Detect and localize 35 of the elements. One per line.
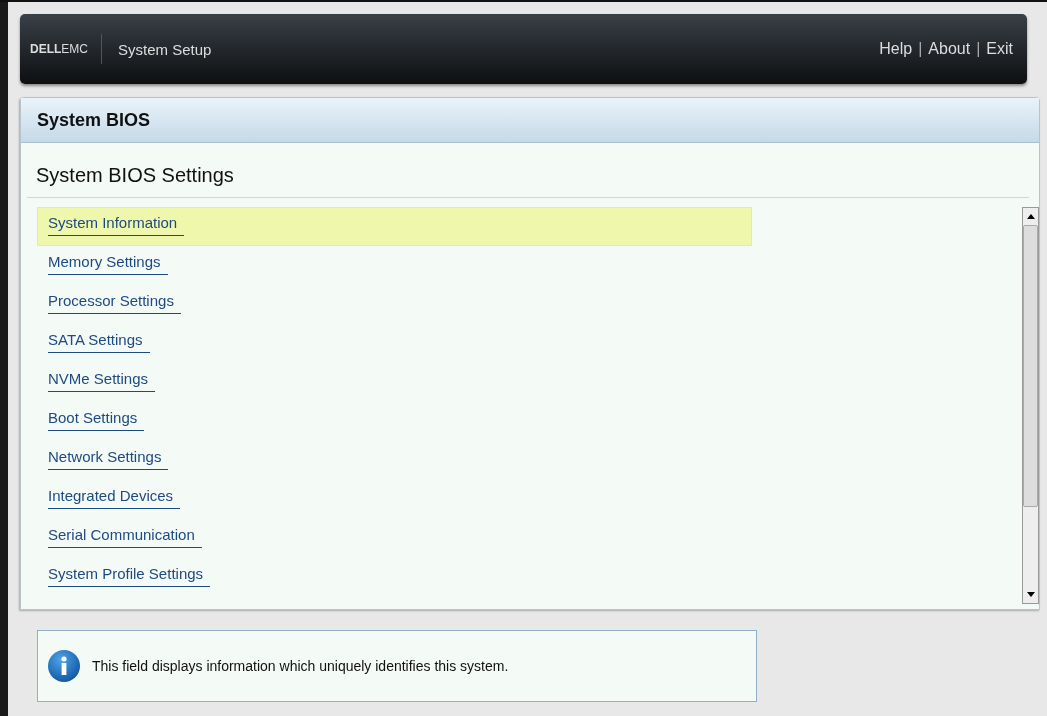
help-text: This field displays information which uniquely identifies this system. <box>92 658 509 674</box>
section-heading: System BIOS Settings <box>27 143 1029 198</box>
menu-link[interactable]: Processor Settings <box>48 292 181 314</box>
panel-title: System BIOS <box>21 98 1039 143</box>
app-title: System Setup <box>118 40 212 58</box>
menu-link[interactable]: System Information <box>48 214 185 236</box>
menu-link[interactable]: Integrated Devices <box>48 487 181 509</box>
header-link[interactable]: Help <box>879 40 913 58</box>
menu-link[interactable]: SATA Settings <box>48 331 150 353</box>
scrollbar[interactable] <box>1022 207 1039 604</box>
info-icon <box>48 650 80 682</box>
menu-row[interactable]: SATA Settings <box>37 324 752 363</box>
separator: | <box>976 40 981 58</box>
menu-row[interactable]: Memory Settings <box>37 246 752 285</box>
menu-row[interactable]: System Profile Settings <box>37 558 752 597</box>
menu-row[interactable]: Serial Communication <box>37 519 752 558</box>
scroll-thumb[interactable] <box>1023 225 1038 507</box>
separator: | <box>918 40 923 58</box>
menu-link[interactable]: System Profile Settings <box>48 565 211 587</box>
menu-row[interactable]: Processor Settings <box>37 285 752 324</box>
scroll-down-icon[interactable] <box>1026 592 1035 597</box>
menu-row[interactable]: Integrated Devices <box>37 480 752 519</box>
menu-link[interactable]: Serial Communication <box>48 526 202 548</box>
menu-row[interactable]: Network Settings <box>37 441 752 480</box>
menu-row[interactable]: NVMe Settings <box>37 363 752 402</box>
menu-link[interactable]: NVMe Settings <box>48 370 156 392</box>
menu-link[interactable]: Network Settings <box>48 448 169 470</box>
menu-link[interactable]: Boot Settings <box>48 409 145 431</box>
header-link[interactable]: About <box>928 40 971 58</box>
header-link[interactable]: Exit <box>986 40 1013 58</box>
logo: DELLEMC <box>30 34 102 64</box>
scroll-up-icon[interactable] <box>1026 214 1035 219</box>
menu-row[interactable]: Boot Settings <box>37 402 752 441</box>
menu-link[interactable]: Memory Settings <box>48 253 168 275</box>
menu-row[interactable]: System Information <box>37 207 752 246</box>
